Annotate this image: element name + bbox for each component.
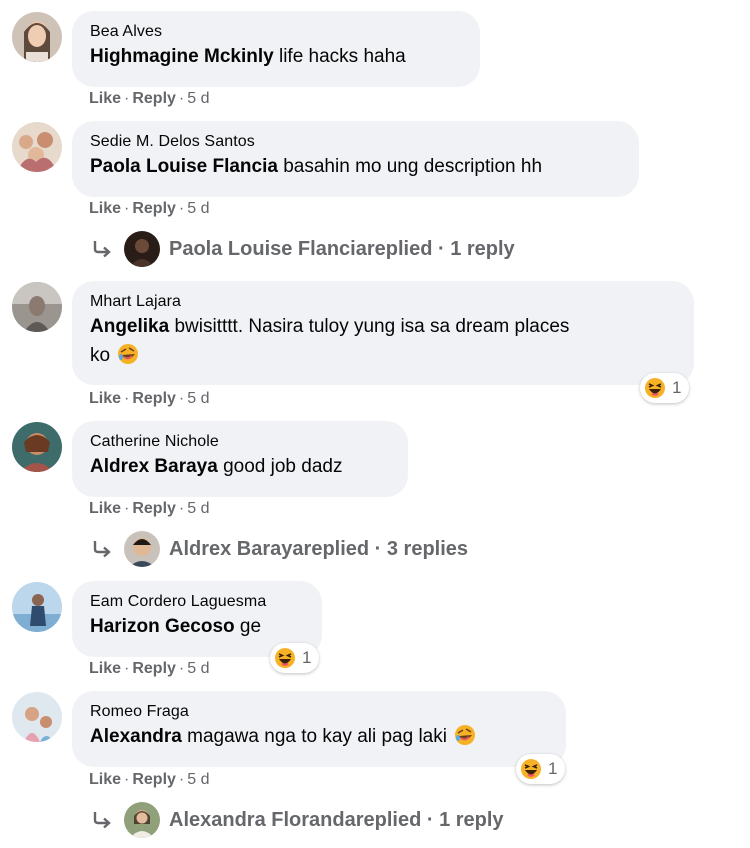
reply-button[interactable]: Reply: [132, 390, 176, 407]
like-button[interactable]: Like: [89, 90, 121, 107]
separator: ·: [124, 500, 130, 517]
comment-body: Paola Louise Flancia basahin mo ung desc…: [90, 152, 621, 181]
comment-actions: Like · Reply · 5 d: [89, 390, 210, 408]
comment-actions: Like · Reply · 5 d: [89, 90, 210, 108]
separator: ·: [124, 660, 130, 677]
comment-time[interactable]: 5 d: [187, 771, 209, 788]
comment-actions: Like · Reply · 5 d: [89, 771, 210, 789]
comment-body: Alexandra magawa nga to kay ali pag laki: [90, 722, 548, 751]
comment-body: Highmagine Mckinly life hacks haha: [90, 42, 462, 71]
like-button[interactable]: Like: [89, 500, 121, 517]
reply-button[interactable]: Reply: [132, 200, 176, 217]
reply-button[interactable]: Reply: [132, 771, 176, 788]
comment-text: ko: [90, 345, 111, 366]
comment-actions: Like · Reply · 5 d: [89, 500, 210, 518]
avatar[interactable]: [12, 692, 62, 742]
reply-arrow-icon: [93, 241, 111, 258]
comment-text: good job dadz: [217, 456, 343, 477]
separator: ·: [124, 771, 130, 788]
comment-time[interactable]: 5 d: [187, 390, 209, 407]
replies-name[interactable]: Aldrex Baraya: [169, 538, 304, 561]
comment-bubble: Bea Alves Highmagine Mckinly life hacks …: [72, 11, 480, 87]
comment-body-line2: ko: [90, 341, 676, 370]
comment-mention[interactable]: Harizon Gecoso: [90, 616, 235, 637]
like-button[interactable]: Like: [89, 771, 121, 788]
reaction-count[interactable]: 1: [270, 643, 320, 673]
comment-text: life hacks haha: [273, 46, 406, 67]
avatar: [124, 531, 160, 567]
separator: ·: [178, 90, 185, 107]
comment-author[interactable]: Bea Alves: [90, 22, 462, 42]
replies-name[interactable]: Alexandra Floranda: [169, 809, 356, 832]
avatar[interactable]: [12, 122, 62, 172]
comment-mention[interactable]: Angelika: [90, 316, 169, 337]
replies-summary[interactable]: replied · 1 reply: [367, 238, 515, 261]
comment-mention[interactable]: Highmagine Mckinly: [90, 46, 274, 67]
separator: ·: [178, 660, 185, 677]
haha-icon: [521, 759, 541, 779]
view-replies-link[interactable]: Aldrex Baraya replied · 3 replies: [90, 531, 468, 567]
comment-bubble: Sedie M. Delos Santos Paola Louise Flanc…: [72, 121, 639, 197]
separator: ·: [178, 500, 185, 517]
comment-time[interactable]: 5 d: [187, 90, 209, 107]
comment-bubble: Catherine Nichole Aldrex Baraya good job…: [72, 421, 408, 497]
separator: ·: [124, 200, 130, 217]
separator: ·: [178, 390, 185, 407]
view-replies-link[interactable]: Paola Louise Flancia replied · 1 reply: [90, 231, 515, 267]
comment-text: basahin mo ung description hh: [277, 156, 543, 177]
separator: ·: [178, 200, 185, 217]
reply-button[interactable]: Reply: [132, 90, 176, 107]
rolling-laughing-emoji-icon: [118, 344, 139, 364]
comment-text: magawa nga to kay ali pag laki: [181, 726, 447, 747]
comment-author[interactable]: Romeo Fraga: [90, 702, 548, 722]
comment-text: ge: [234, 616, 262, 637]
avatar[interactable]: [12, 582, 62, 632]
separator: ·: [124, 90, 130, 107]
separator: ·: [124, 390, 130, 407]
view-replies-link[interactable]: Alexandra Floranda replied · 1 reply: [90, 802, 504, 838]
reaction-count[interactable]: 1: [640, 373, 690, 403]
comment-body: Harizon Gecoso ge: [90, 612, 304, 641]
comment-mention[interactable]: Alexandra: [90, 726, 182, 747]
reply-arrow-icon: [93, 812, 111, 829]
comment-mention[interactable]: Paola Louise Flancia: [90, 156, 278, 177]
comment-text: bwisitttt. Nasira tuloy yung isa sa drea…: [169, 316, 570, 337]
avatar[interactable]: [12, 282, 62, 332]
haha-icon: [275, 648, 295, 668]
comment-body: Aldrex Baraya good job dadz: [90, 452, 390, 481]
avatar: [124, 802, 160, 838]
rolling-laughing-emoji-icon: [455, 725, 476, 745]
comment-author[interactable]: Catherine Nichole: [90, 432, 390, 452]
comment-author[interactable]: Mhart Lajara: [90, 292, 676, 312]
comment-time[interactable]: 5 d: [187, 660, 209, 677]
replies-summary[interactable]: replied · 3 replies: [304, 538, 469, 561]
comment-mention[interactable]: Aldrex Baraya: [90, 456, 218, 477]
reaction-count[interactable]: 1: [516, 754, 566, 784]
comment-bubble: Romeo Fraga Alexandra magawa nga to kay …: [72, 691, 566, 767]
comment-author[interactable]: Eam Cordero Laguesma: [90, 592, 304, 612]
reply-button[interactable]: Reply: [132, 660, 176, 677]
comment-actions: Like · Reply · 5 d: [89, 660, 210, 678]
avatar: [124, 231, 160, 267]
comment-bubble: Mhart Lajara Angelika bwisitttt. Nasira …: [72, 281, 694, 385]
reply-button[interactable]: Reply: [132, 500, 176, 517]
reply-arrow-icon: [93, 541, 111, 558]
separator: ·: [178, 771, 185, 788]
avatar[interactable]: [12, 422, 62, 472]
comment-time[interactable]: 5 d: [187, 200, 209, 217]
reaction-count-text: 1: [672, 378, 682, 397]
like-button[interactable]: Like: [89, 200, 121, 217]
replies-name[interactable]: Paola Louise Flancia: [169, 238, 367, 261]
avatar[interactable]: [12, 12, 62, 62]
comment-actions: Like · Reply · 5 d: [89, 200, 210, 218]
comment-time[interactable]: 5 d: [187, 500, 209, 517]
like-button[interactable]: Like: [89, 390, 121, 407]
haha-icon: [645, 378, 665, 398]
reaction-count-text: 1: [548, 759, 558, 778]
comment-body: Angelika bwisitttt. Nasira tuloy yung is…: [90, 312, 676, 341]
replies-summary[interactable]: replied · 1 reply: [356, 809, 504, 832]
comment-author[interactable]: Sedie M. Delos Santos: [90, 132, 621, 152]
like-button[interactable]: Like: [89, 660, 121, 677]
reaction-count-text: 1: [302, 648, 312, 667]
